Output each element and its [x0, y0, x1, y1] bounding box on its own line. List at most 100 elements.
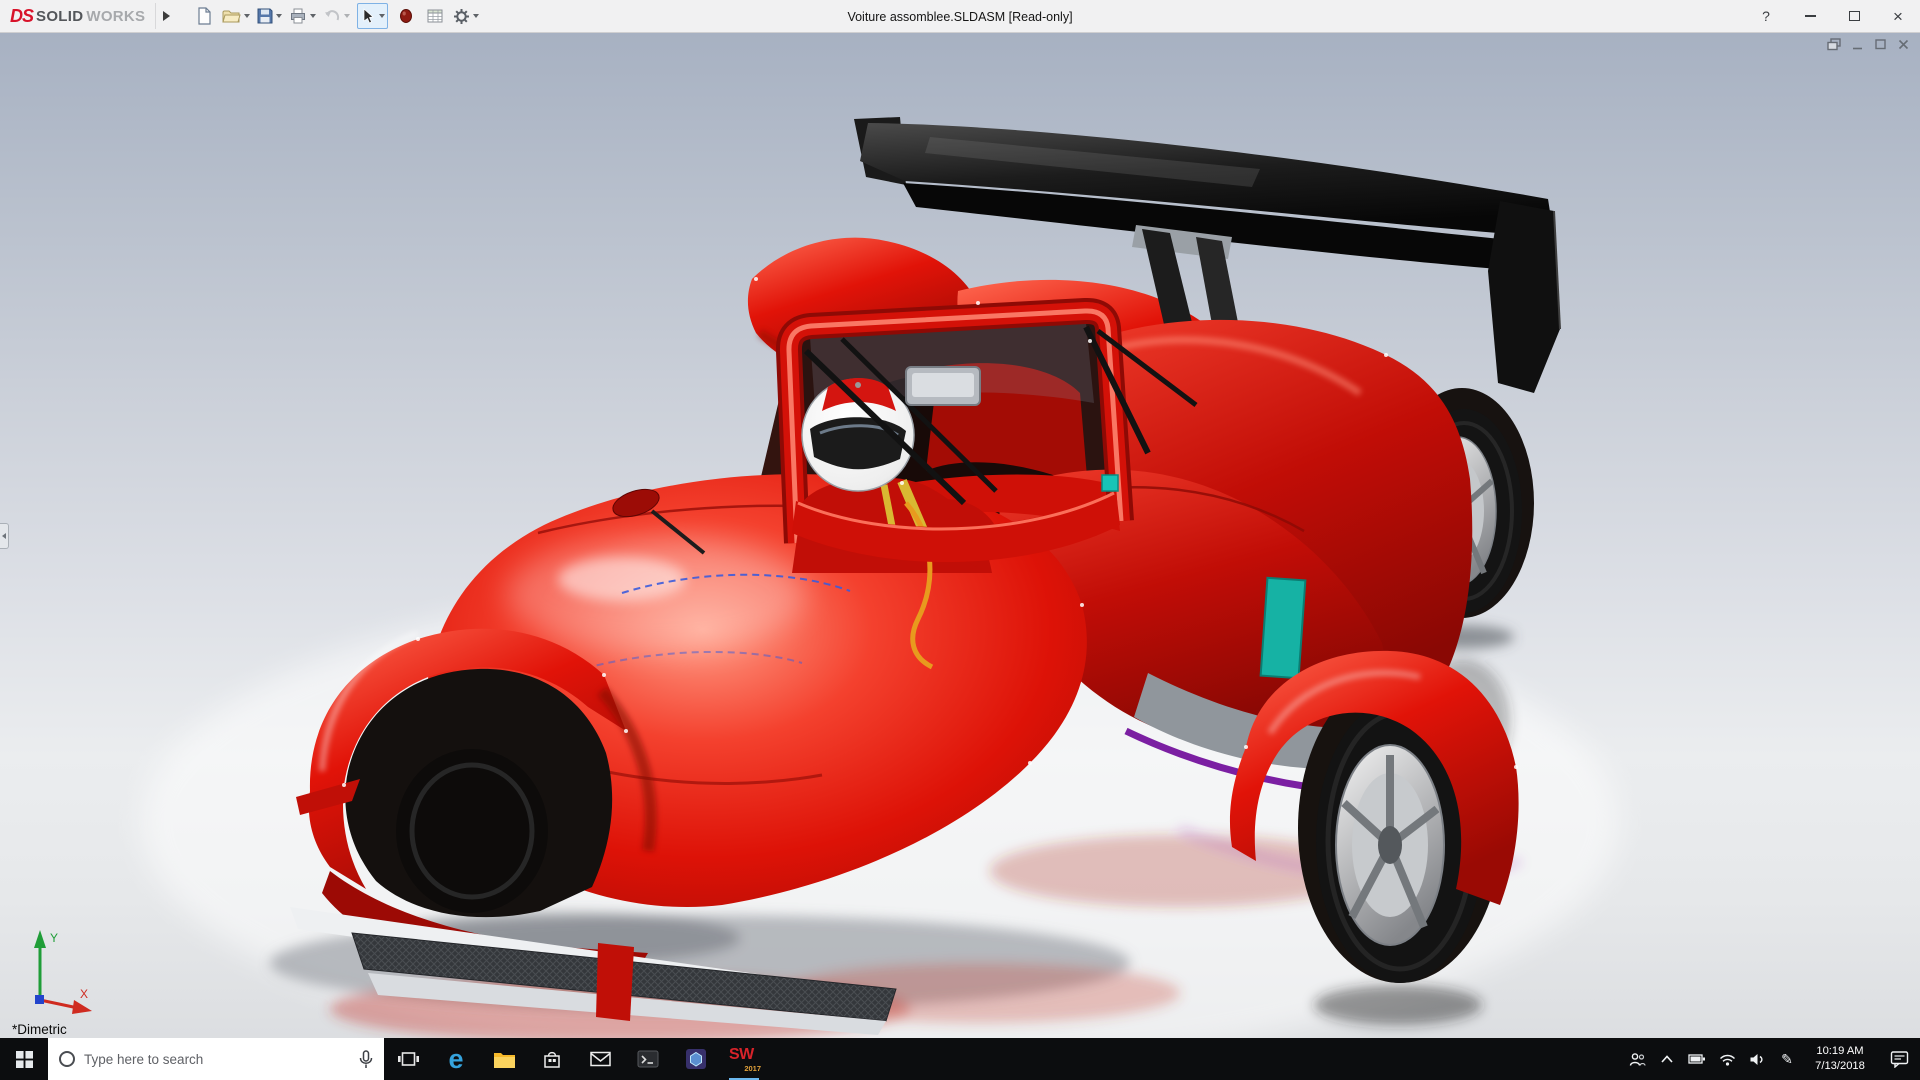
save-icon: [257, 8, 273, 24]
start-button[interactable]: [0, 1038, 48, 1080]
design-table-icon: [427, 9, 443, 23]
app-icon-edge[interactable]: e: [432, 1038, 480, 1080]
volume-button[interactable]: [1742, 1038, 1772, 1080]
viewport-3d[interactable]: Y X *Dimetric: [0, 33, 1920, 1038]
brand-name-light: WORKS: [86, 7, 146, 25]
quick-access-toolbar: [193, 3, 480, 29]
open-folder-icon: [222, 10, 242, 23]
print-button[interactable]: [289, 3, 317, 29]
battery-icon: [1688, 1054, 1705, 1064]
volume-icon: [1750, 1053, 1763, 1065]
orientation-triad: Y X: [34, 930, 92, 1014]
file-explorer-icon: [493, 1052, 515, 1068]
document-window-controls: [1827, 38, 1910, 51]
doc-maximize-icon[interactable]: [1874, 38, 1887, 51]
battery-button[interactable]: [1682, 1038, 1712, 1080]
solidworks-window: DS SOLID WORKS Voiture assomblee.SLDASM …: [0, 0, 1920, 1080]
select-tool-button[interactable]: [357, 3, 389, 29]
record-icon: [400, 9, 413, 23]
pen-icon: ✎: [1781, 1050, 1793, 1067]
title-bar: DS SOLID WORKS Voiture assomblee.SLDASM …: [0, 0, 1920, 33]
save-dropdown-caret[interactable]: [276, 14, 283, 18]
maximize-button[interactable]: [1832, 0, 1876, 33]
panel-collapse-tab[interactable]: [0, 523, 9, 549]
tray-overflow-button[interactable]: [1652, 1038, 1682, 1080]
open-button[interactable]: [222, 3, 251, 29]
minimize-button[interactable]: [1788, 0, 1832, 33]
windows-taskbar: e: [0, 1038, 1920, 1080]
triad-x-label: X: [80, 987, 88, 1001]
app-icon-file-explorer[interactable]: [480, 1038, 528, 1080]
microphone-icon[interactable]: [359, 1049, 373, 1069]
close-icon: ×: [1893, 6, 1903, 26]
app-icon-command-prompt[interactable]: [624, 1038, 672, 1080]
cortana-icon: [59, 1051, 75, 1067]
triad-y-label: Y: [50, 931, 58, 945]
dassault-logo-icon: DS: [10, 5, 34, 26]
system-tray: ✎ 10:19 AM 7/13/2018: [1622, 1038, 1920, 1080]
print-icon: [291, 8, 306, 24]
pen-button[interactable]: ✎: [1772, 1038, 1802, 1080]
app-icon-mail[interactable]: [576, 1038, 624, 1080]
people-button[interactable]: [1622, 1038, 1652, 1080]
people-icon: [1629, 1052, 1646, 1066]
undo-button[interactable]: [323, 3, 351, 29]
solidworks-logo: DS SOLID WORKS: [0, 6, 151, 27]
taskbar-search-box[interactable]: [48, 1038, 384, 1080]
help-icon: ?: [1762, 8, 1770, 24]
brand-name-bold: SOLID: [36, 7, 84, 25]
window-controls: ? ×: [1744, 0, 1920, 33]
solidworks-year: 2017: [744, 1064, 761, 1073]
solidworks-app-icon: SW 2017: [729, 1046, 761, 1073]
windows-logo-icon: [15, 1050, 33, 1068]
mail-icon: [589, 1051, 611, 1067]
doc-minimize-icon[interactable]: [1851, 38, 1864, 51]
minimize-icon: [1804, 15, 1816, 17]
maximize-icon: [1848, 11, 1860, 21]
print-dropdown-caret[interactable]: [310, 14, 317, 18]
solidworks-glyph: SW: [729, 1046, 754, 1063]
select-arrow-icon: [364, 8, 375, 24]
panel-collapse-arrow-icon: [2, 533, 6, 539]
gear-icon: [454, 8, 470, 24]
menu-flyout-button[interactable]: [155, 3, 177, 29]
command-prompt-icon: [637, 1050, 659, 1068]
app-icon-store[interactable]: [528, 1038, 576, 1080]
app-icon-solidworks-2017[interactable]: SW 2017: [720, 1038, 768, 1080]
new-document-button[interactable]: [193, 3, 215, 29]
model-render: [140, 117, 1620, 1038]
open-dropdown-caret[interactable]: [244, 14, 251, 18]
doc-restore-icon[interactable]: [1827, 38, 1841, 51]
settings-dropdown-caret[interactable]: [473, 14, 480, 18]
taskbar-clock[interactable]: 10:19 AM 7/13/2018: [1802, 1044, 1878, 1074]
close-button[interactable]: ×: [1876, 0, 1920, 33]
action-center-button[interactable]: [1878, 1038, 1920, 1080]
new-document-icon: [198, 7, 211, 25]
task-view-button[interactable]: [384, 1038, 432, 1080]
network-icon: [1719, 1054, 1735, 1066]
select-dropdown-caret[interactable]: [379, 14, 386, 18]
undo-dropdown-caret[interactable]: [344, 14, 351, 18]
edge-icon: e: [448, 1043, 464, 1074]
clock-date: 7/13/2018: [1815, 1060, 1865, 1072]
help-button[interactable]: ?: [1744, 0, 1788, 33]
chevron-up-icon: [1661, 1055, 1673, 1063]
doc-close-icon[interactable]: [1897, 38, 1910, 51]
task-view-icon: [397, 1052, 419, 1066]
save-button[interactable]: [257, 3, 283, 29]
flyout-arrow-icon: [163, 11, 171, 21]
taskbar-spacer: [768, 1038, 1622, 1080]
clock-time: 10:19 AM: [1816, 1044, 1864, 1057]
record-tool-button[interactable]: [395, 3, 417, 29]
search-input[interactable]: [84, 1051, 350, 1067]
app-icon-edrawings[interactable]: [672, 1038, 720, 1080]
view-orientation-label: *Dimetric: [12, 1022, 67, 1037]
store-icon: [544, 1051, 560, 1068]
settings-button[interactable]: [453, 3, 480, 29]
edrawings-icon: [686, 1049, 706, 1069]
taskbar-apps: e SW 2017: [384, 1038, 768, 1080]
design-table-button[interactable]: [424, 3, 446, 29]
network-button[interactable]: [1712, 1038, 1742, 1080]
undo-icon: [325, 10, 340, 21]
action-center-icon: [1890, 1051, 1908, 1068]
